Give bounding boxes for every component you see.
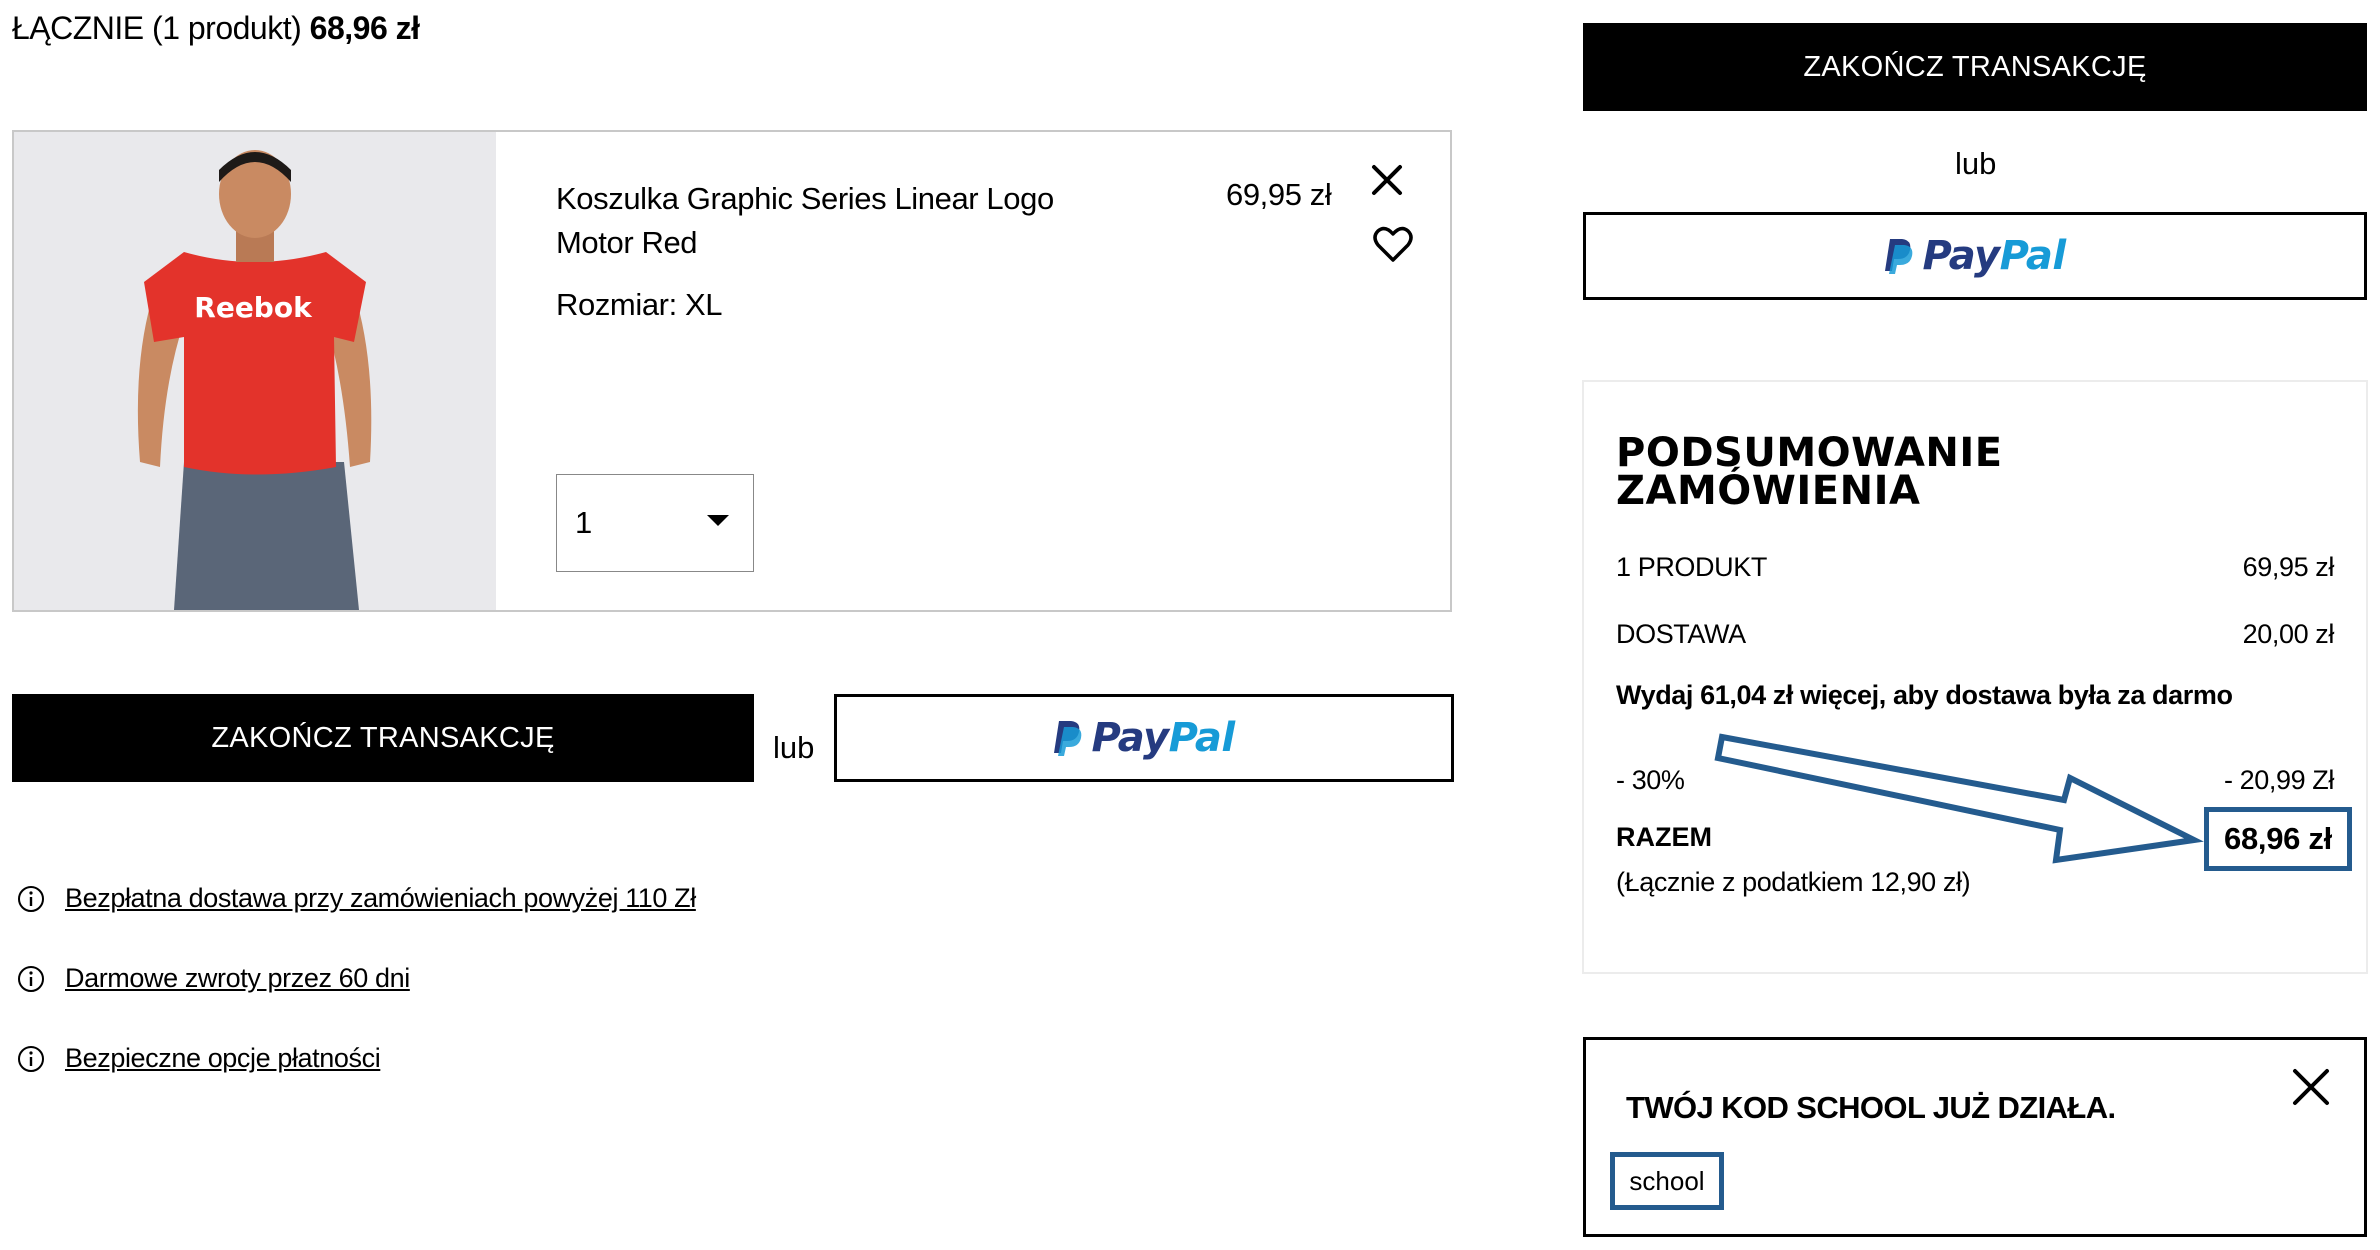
product-photo-svg: Reebok xyxy=(14,132,496,610)
paypal-wordmark: PayPal xyxy=(1091,715,1235,761)
wishlist-button[interactable] xyxy=(1370,222,1416,268)
tax-note: (Łącznie z podatkiem 12,90 zł) xyxy=(1616,867,1971,897)
or-separator: lub xyxy=(773,730,815,765)
checkout-button-label: ZAKOŃCZ TRANSAKCJĘ xyxy=(1803,50,2147,83)
summary-products-label: 1 PRODUKT xyxy=(1616,552,1767,582)
promo-code-panel: TWÓJ KOD SCHOOL JUŻ DZIAŁA. school xyxy=(1583,1037,2367,1237)
order-summary: PODSUMOWANIE ZAMÓWIENIA 1 PRODUKT 69,95 … xyxy=(1582,380,2368,974)
total-value: 68,96 zł xyxy=(2224,821,2332,856)
secure-payments-link[interactable]: Bezpieczne opcje płatności xyxy=(65,1043,381,1074)
shirt-brand-text: Reebok xyxy=(194,291,313,324)
heart-icon xyxy=(1373,226,1413,262)
promo-message: TWÓJ KOD SCHOOL JUŻ DZIAŁA. xyxy=(1626,1090,2116,1125)
summary-products-value: 69,95 zł xyxy=(2242,552,2335,582)
summary-shipping-label: DOSTAWA xyxy=(1616,619,1746,649)
cart-total-line: ŁĄCZNIE (1 produkt) 68,96 zł xyxy=(12,10,420,47)
info-icon xyxy=(18,1045,44,1072)
close-icon xyxy=(2293,1069,2329,1105)
promo-remove-button[interactable] xyxy=(2289,1065,2333,1109)
quantity-value: 1 xyxy=(575,505,593,540)
free-shipping-link[interactable]: Bezpłatna dostawa przy zamówieniach powy… xyxy=(65,883,696,914)
cart-total-label: ŁĄCZNIE (1 produkt) xyxy=(12,10,302,46)
pants-shape xyxy=(174,462,359,610)
product-price: 69,95 zł xyxy=(1226,177,1332,212)
product-size: Rozmiar: XL xyxy=(556,287,723,322)
checkout-button[interactable]: ZAKOŃCZ TRANSAKCJĘ xyxy=(12,694,754,782)
paypal-button[interactable]: PayPal xyxy=(834,694,1454,782)
paypal-wordmark: PayPal xyxy=(1922,233,2066,279)
cart-total-value: 68,96 zł xyxy=(309,10,420,46)
discount-value: - 20,99 Zł xyxy=(2223,765,2334,795)
product-image[interactable]: Reebok xyxy=(14,132,496,610)
product-name[interactable]: Koszulka Graphic Series Linear Logo Moto… xyxy=(556,177,1076,265)
promo-code-tag: school xyxy=(1610,1152,1724,1210)
info-free-returns: Darmowe zwroty przez 60 dni xyxy=(17,963,410,994)
checkout-button-label: ZAKOŃCZ TRANSAKCJĘ xyxy=(211,721,555,754)
free-returns-link[interactable]: Darmowe zwroty przez 60 dni xyxy=(65,963,410,994)
summary-shipping-value: 20,00 zł xyxy=(2242,619,2335,649)
order-summary-title: PODSUMOWANIE ZAMÓWIENIA xyxy=(1616,430,2003,514)
paypal-logo-icon xyxy=(1885,239,1913,274)
chevron-down-icon xyxy=(707,515,729,526)
checkout-button-top[interactable]: ZAKOŃCZ TRANSAKCJĘ xyxy=(1583,23,2367,111)
total-label: RAZEM xyxy=(1616,822,1712,852)
info-secure-payments: Bezpieczne opcje płatności xyxy=(17,1043,381,1074)
remove-item-button[interactable] xyxy=(1364,157,1410,203)
promo-code-value: school xyxy=(1629,1165,1705,1196)
quantity-select[interactable]: 1 xyxy=(556,474,754,572)
info-icon xyxy=(18,965,44,992)
paypal-button-top[interactable]: PayPal xyxy=(1583,212,2367,300)
free-shipping-note: Wydaj 61,04 zł więcej, aby dostawa była … xyxy=(1616,680,2233,710)
paypal-logo-icon xyxy=(1054,721,1082,756)
info-free-shipping: Bezpłatna dostawa przy zamówieniach powy… xyxy=(17,883,696,914)
cart-item-card: Reebok Koszulka Graphic Series Linear Lo… xyxy=(12,130,1452,612)
discount-label: - 30% xyxy=(1616,765,1685,795)
total-value-highlight: 68,96 zł xyxy=(2204,807,2352,871)
or-separator: lub xyxy=(1955,146,1997,181)
close-icon xyxy=(1372,165,1402,195)
info-icon xyxy=(18,885,44,912)
